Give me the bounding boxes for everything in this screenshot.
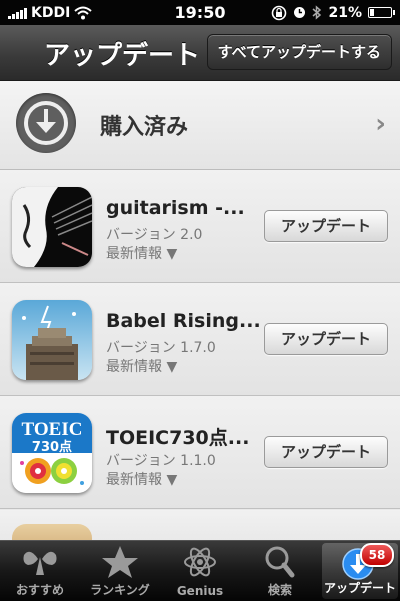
app-icon-toeic[interactable]: TOEIC 730点 (12, 413, 92, 493)
star-icon (102, 546, 138, 578)
app-version: バージョン 1.1.0 (106, 453, 216, 469)
app-row-guitarism[interactable]: guitarism -... バージョン 2.0 最新情報 ▼ アップデート (0, 170, 400, 283)
app-version: バージョン 1.7.0 (106, 340, 216, 356)
status-bar: KDDI 19:50 21% (0, 0, 400, 25)
tab-label: Genius (176, 584, 224, 598)
update-button[interactable]: アップデート (264, 323, 388, 355)
app-version: バージョン 2.0 (106, 227, 203, 243)
app-name: Babel Rising... (106, 310, 261, 332)
tab-bar: おすすめ ランキング Genius 検索 アップデート 58 (0, 540, 400, 601)
tab-label: ランキング (90, 583, 150, 597)
battery-icon (368, 7, 395, 18)
tab-label: 検索 (267, 583, 292, 597)
app-row-partial[interactable] (0, 510, 400, 540)
page-title: アップデート (44, 41, 201, 71)
toeic-icon-title: TOEIC (22, 419, 83, 440)
app-name: guitarism -... (106, 197, 245, 219)
tab-label: おすすめ (15, 583, 64, 597)
purchased-icon (16, 93, 76, 153)
update-button[interactable]: アップデート (264, 210, 388, 242)
purchased-row[interactable]: 購入済み › (0, 81, 400, 170)
app-row-babel-rising[interactable]: Babel Rising... バージョン 1.7.0 最新情報 ▼ アップデー… (0, 283, 400, 396)
clock: 19:50 (174, 3, 226, 22)
atom-icon (184, 547, 216, 577)
tab-ranking[interactable]: ランキング (80, 541, 160, 601)
app-icon-guitarism[interactable] (12, 187, 92, 267)
whats-new-toggle[interactable]: 最新情報 ▼ (106, 356, 177, 376)
tab-featured[interactable]: おすすめ (0, 541, 80, 601)
update-button[interactable]: アップデート (264, 436, 388, 468)
toeic-icon-score: 730点 (32, 439, 72, 455)
purchased-label: 購入済み (100, 115, 189, 140)
search-icon (265, 546, 295, 578)
tab-search[interactable]: 検索 (240, 541, 320, 601)
featured-icon (23, 551, 57, 575)
app-icon-babel-rising[interactable] (12, 300, 92, 380)
app-name: TOEIC730点... (106, 427, 250, 449)
battery-fill (370, 9, 374, 16)
app-row-toeic[interactable]: TOEIC 730点 TOEIC730点... バージョン 1.1.0 最新情報… (0, 396, 400, 509)
updates-count-badge: 58 (360, 543, 394, 567)
update-all-button[interactable]: すべてアップデートする (206, 34, 392, 70)
tab-label: アップデート (323, 581, 396, 595)
whats-new-toggle[interactable]: 最新情報 ▼ (106, 469, 177, 489)
app-icon-partial[interactable] (12, 524, 92, 540)
tab-updates[interactable]: アップデート 58 (322, 543, 398, 599)
navigation-bar: アップデート すべてアップデートする (0, 25, 400, 81)
tab-genius[interactable]: Genius (160, 541, 240, 601)
chevron-right-icon: › (375, 109, 386, 139)
whats-new-toggle[interactable]: 最新情報 ▼ (106, 243, 177, 263)
